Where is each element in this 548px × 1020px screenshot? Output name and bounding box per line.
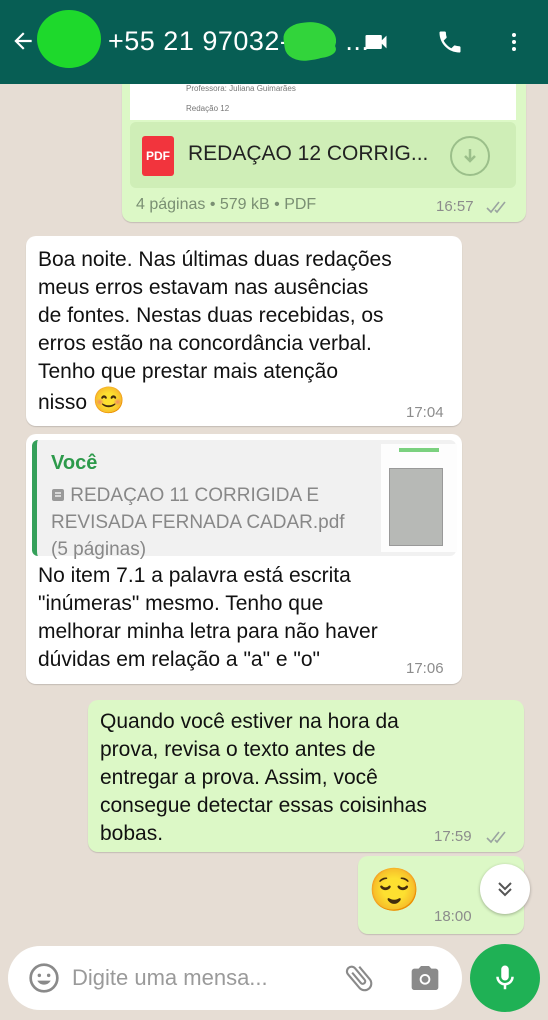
- message-outgoing[interactable]: Quando você estiver na hora da prova, re…: [88, 700, 524, 852]
- pdf-preview-line: Redação 12: [186, 104, 230, 113]
- scroll-down-button[interactable]: [480, 864, 530, 914]
- document-icon: [52, 489, 64, 501]
- pdf-icon: PDF: [142, 136, 174, 176]
- message-input[interactable]: [72, 962, 322, 994]
- message-incoming-reply[interactable]: Você REDAÇAO 11 CORRIGIDA E REVISADA FER…: [26, 434, 462, 684]
- message-incoming[interactable]: Boa noite. Nas últimas duas redações meu…: [26, 236, 462, 426]
- message-line: consegue detectar essas coisinhas: [100, 794, 427, 817]
- message-line: No item 7.1 a palavra está escrita: [38, 564, 351, 587]
- quote-file-name: REVISADA FERNADA CADAR.pdf: [51, 512, 345, 533]
- contact-number: +55 21 97032-: [108, 26, 290, 56]
- message-line: meus erros estavam nas ausências: [38, 276, 369, 299]
- message-line: de fontes. Nestas duas recebidas, os: [38, 304, 384, 327]
- message-time: 16:57: [436, 198, 474, 215]
- message-line: nisso: [38, 391, 88, 414]
- read-ticks-icon: [486, 831, 506, 844]
- quote-file-name: REDAÇAO 11 CORRIGIDA E: [70, 485, 320, 506]
- pdf-file-name: REDAÇAO 12 CORRIG...: [188, 142, 429, 165]
- back-arrow-icon[interactable]: [10, 28, 36, 54]
- video-call-icon[interactable]: [360, 28, 392, 56]
- quote-file-pages: (5 páginas): [51, 539, 147, 560]
- pdf-meta: 4 páginas • 579 kB • PDF: [136, 196, 317, 213]
- mic-button[interactable]: [470, 944, 540, 1012]
- message-line: "inúmeras" mesmo. Tenho que: [38, 592, 324, 615]
- download-icon[interactable]: [450, 136, 490, 176]
- quote-author: Você: [51, 452, 98, 474]
- phone-icon[interactable]: [434, 28, 466, 56]
- message-time: 17:06: [406, 660, 444, 677]
- chat-area[interactable]: Professora: Juliana Guimarães Redação 12…: [0, 84, 548, 944]
- pdf-preview-line: Professora: Juliana Guimarães: [186, 84, 296, 93]
- chat-header: +55 21 97032-...: [0, 0, 548, 84]
- message-line: Boa noite. Nas últimas duas redações: [38, 248, 392, 271]
- message-line: prova, revisa o texto antes de: [100, 738, 376, 761]
- message-line: entregar a prova. Assim, você: [100, 766, 378, 789]
- message-line: erros estão na concordância verbal.: [38, 332, 372, 355]
- paperclip-icon[interactable]: [342, 960, 376, 996]
- smile-emoji-icon: 😊: [92, 385, 126, 415]
- pdf-file-card[interactable]: PDF REDAÇAO 12 CORRIG...: [130, 122, 516, 188]
- message-line: Quando você estiver na hora da: [100, 710, 399, 733]
- message-time: 17:59: [434, 828, 472, 845]
- message-time: 17:04: [406, 404, 444, 421]
- emoji-icon[interactable]: [28, 962, 60, 994]
- microphone-icon: [496, 965, 514, 990]
- message-line: dúvidas em relação a "a" e "o": [38, 648, 320, 671]
- avatar[interactable]: [37, 10, 101, 68]
- message-line: Tenho que prestar mais atenção: [38, 360, 339, 383]
- message-time: 18:00: [434, 908, 472, 925]
- relieved-emoji-icon: 😌: [368, 866, 421, 913]
- redaction-scribble: [300, 40, 336, 58]
- camera-icon[interactable]: [408, 962, 442, 994]
- double-chevron-down-icon: [498, 882, 512, 897]
- message-composer: [8, 946, 462, 1010]
- read-ticks-icon: [486, 201, 506, 214]
- more-vert-icon[interactable]: [502, 28, 526, 56]
- message-line: melhorar minha letra para não haver: [38, 620, 378, 643]
- quoted-message[interactable]: Você REDAÇAO 11 CORRIGIDA E REVISADA FER…: [32, 440, 457, 560]
- pdf-preview[interactable]: Professora: Juliana Guimarães Redação 12: [130, 84, 516, 120]
- quote-thumbnail: [381, 444, 457, 552]
